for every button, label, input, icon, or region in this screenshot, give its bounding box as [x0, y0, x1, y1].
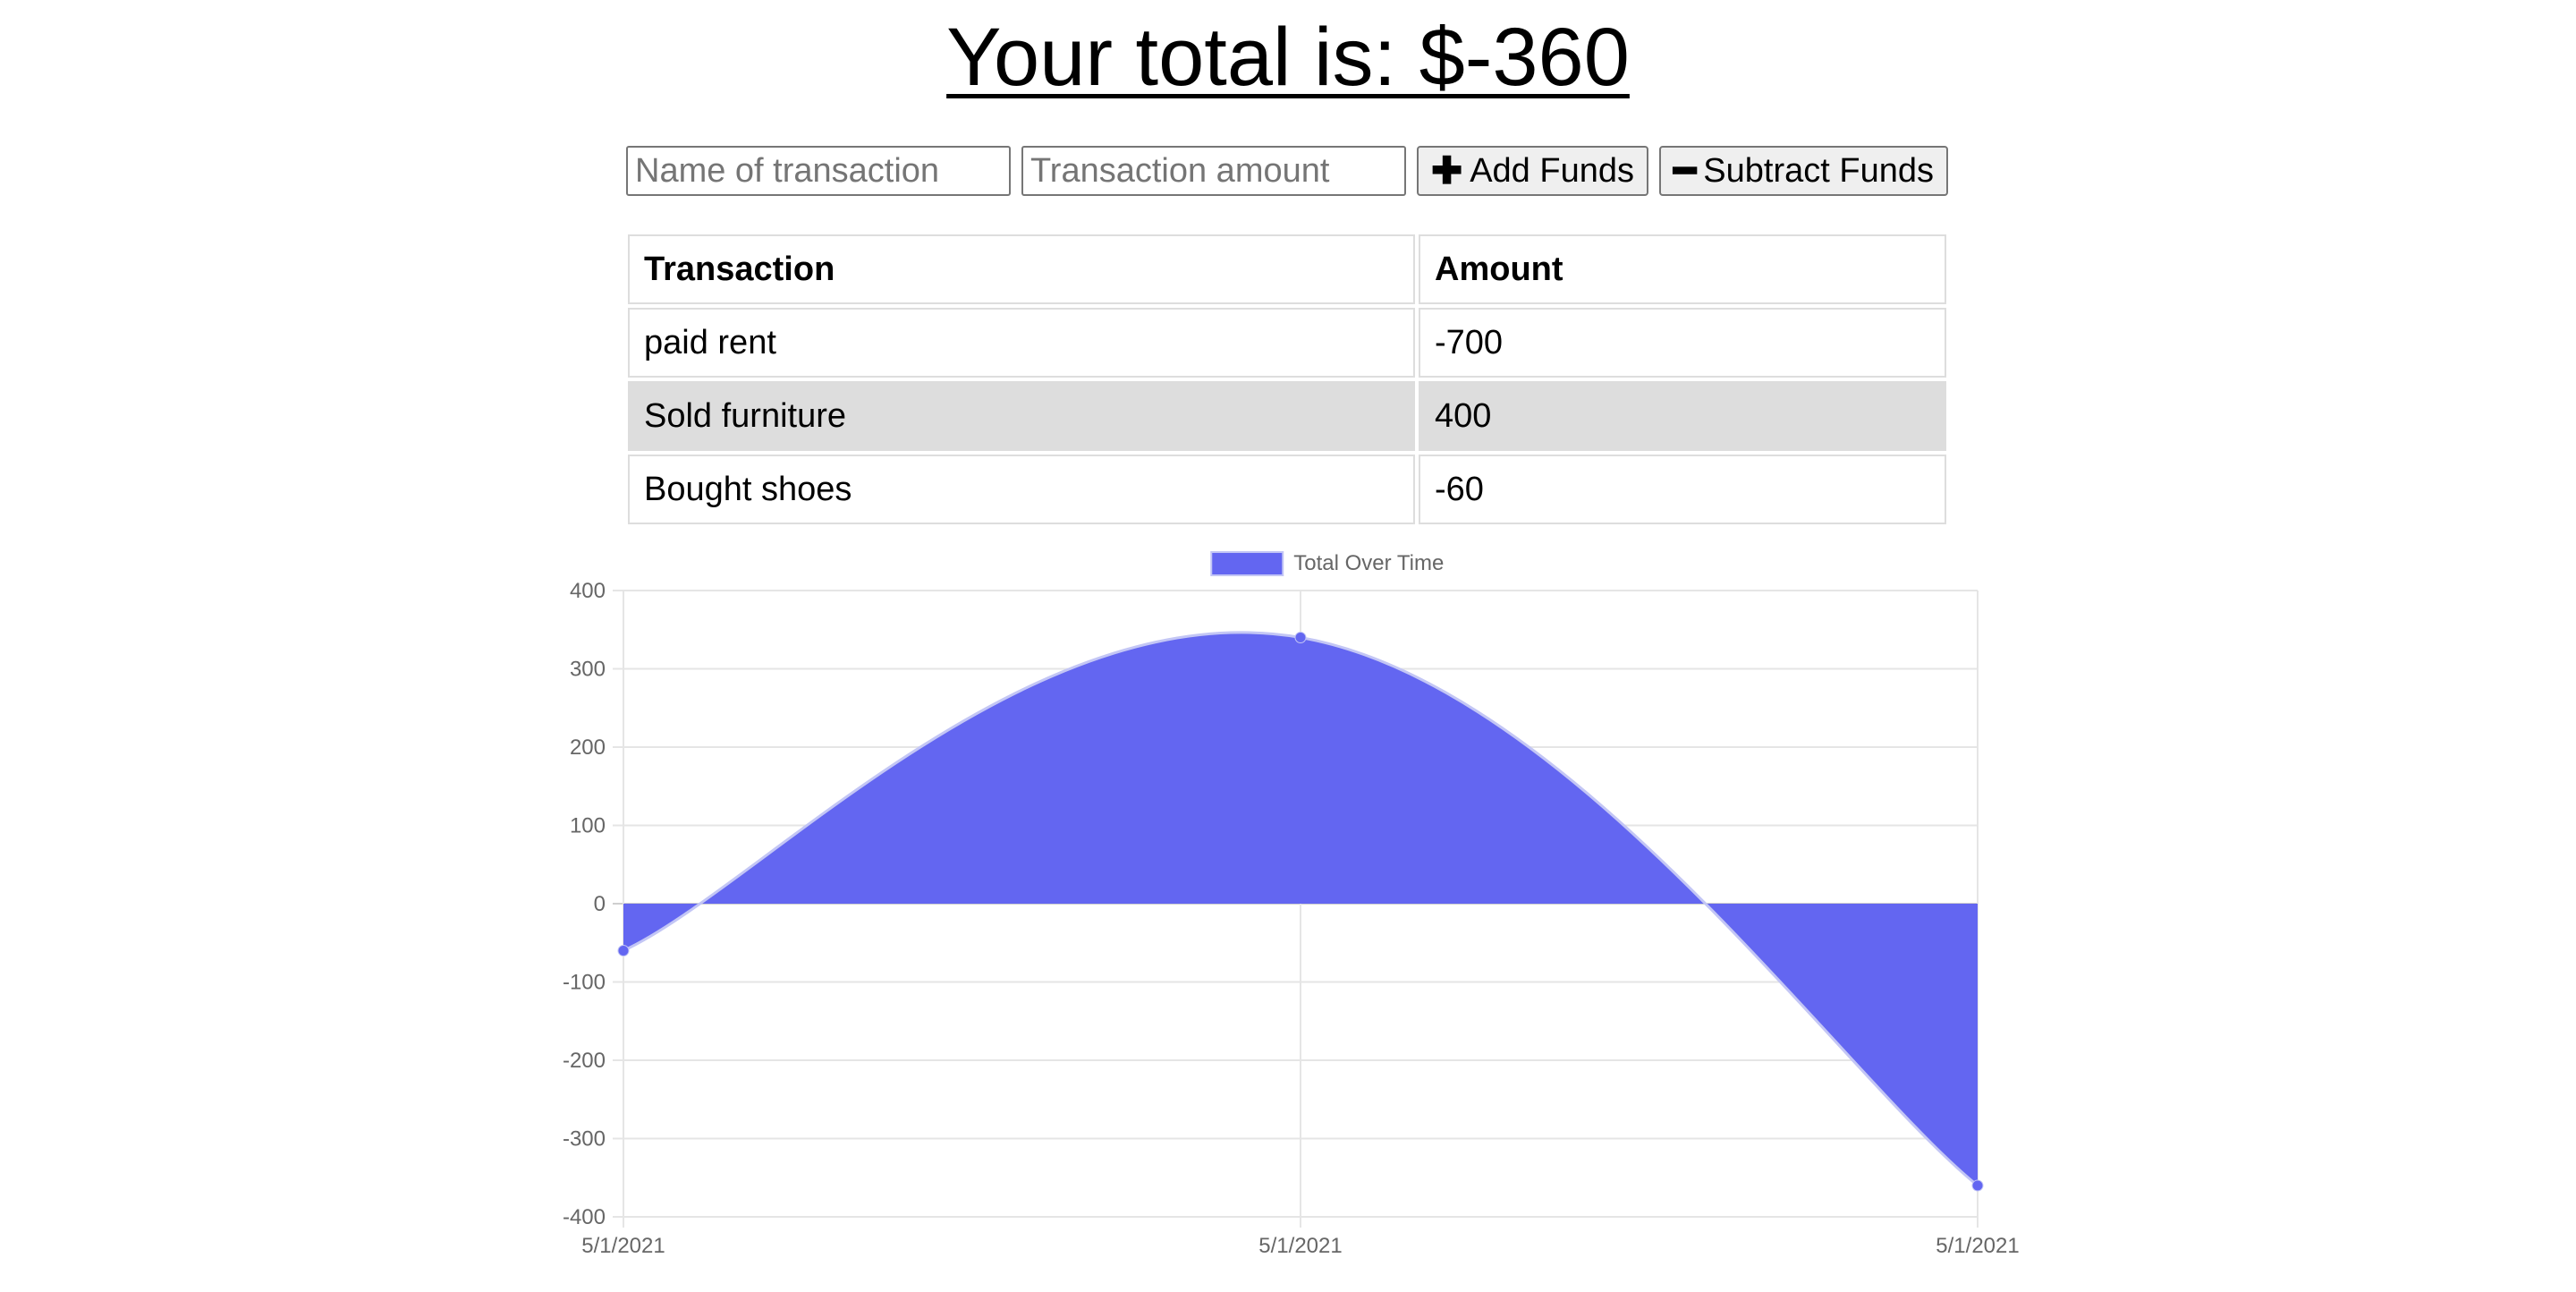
add-funds-button[interactable]: ✚ Add Funds [1417, 146, 1648, 196]
minus-icon: ━ [1674, 149, 1697, 191]
table-row: paid rent -700 [628, 308, 1946, 378]
table-row: Sold furniture 400 [628, 381, 1946, 451]
y-tick-label: -300 [563, 1127, 606, 1152]
total-over-time-chart: 400 300 200 100 0 -100 -200 -300 -400 5/1/2021 5/1… [563, 551, 2020, 1258]
y-tick-label: 0 [594, 892, 606, 916]
total-heading: Your total is: $-360 [946, 12, 1630, 103]
budget-page: Your total is: $-360 ✚ Add Funds ━ Subtr… [0, 0, 2576, 1292]
x-tick-label: 5/1/2021 [1936, 1234, 2019, 1258]
transaction-amount-cell: -60 [1419, 455, 1946, 524]
transaction-amount-cell: 400 [1419, 381, 1946, 451]
transaction-name-cell: paid rent [628, 308, 1415, 378]
transaction-amount-cell: -700 [1419, 308, 1946, 378]
y-tick-label: 300 [570, 658, 606, 682]
x-tick-label: 5/1/2021 [581, 1234, 665, 1258]
column-header-amount: Amount [1419, 234, 1946, 304]
transaction-amount-input[interactable] [1021, 146, 1406, 196]
table-header-row: Transaction Amount [628, 234, 1946, 304]
transaction-name-input[interactable] [626, 146, 1011, 196]
subtract-funds-label: Subtract Funds [1703, 151, 1934, 190]
data-point [617, 945, 630, 956]
transaction-name-cell: Sold furniture [628, 381, 1415, 451]
y-tick-label: 200 [570, 735, 606, 760]
transactions-table: Transaction Amount paid rent -700 Sold f… [624, 231, 1950, 528]
column-header-transaction: Transaction [628, 234, 1415, 304]
y-tick-label: 400 [570, 579, 606, 603]
subtract-funds-button[interactable]: ━ Subtract Funds [1659, 146, 1948, 196]
legend-label: Total Over Time [1293, 551, 1444, 575]
x-tick-label: 5/1/2021 [1258, 1234, 1342, 1258]
data-point [1971, 1179, 1984, 1192]
legend-swatch [1210, 551, 1284, 576]
y-tick-label: -100 [563, 971, 606, 995]
add-funds-label: Add Funds [1470, 151, 1634, 190]
y-tick-label: 100 [570, 814, 606, 838]
transaction-name-cell: Bought shoes [628, 455, 1415, 524]
y-tick-label: -200 [563, 1049, 606, 1073]
data-point [1294, 632, 1307, 643]
y-tick-label: -400 [563, 1205, 606, 1229]
plus-icon: ✚ [1431, 149, 1463, 191]
table-row: Bought shoes -60 [628, 455, 1946, 524]
transaction-form: ✚ Add Funds ━ Subtract Funds [626, 146, 1959, 196]
